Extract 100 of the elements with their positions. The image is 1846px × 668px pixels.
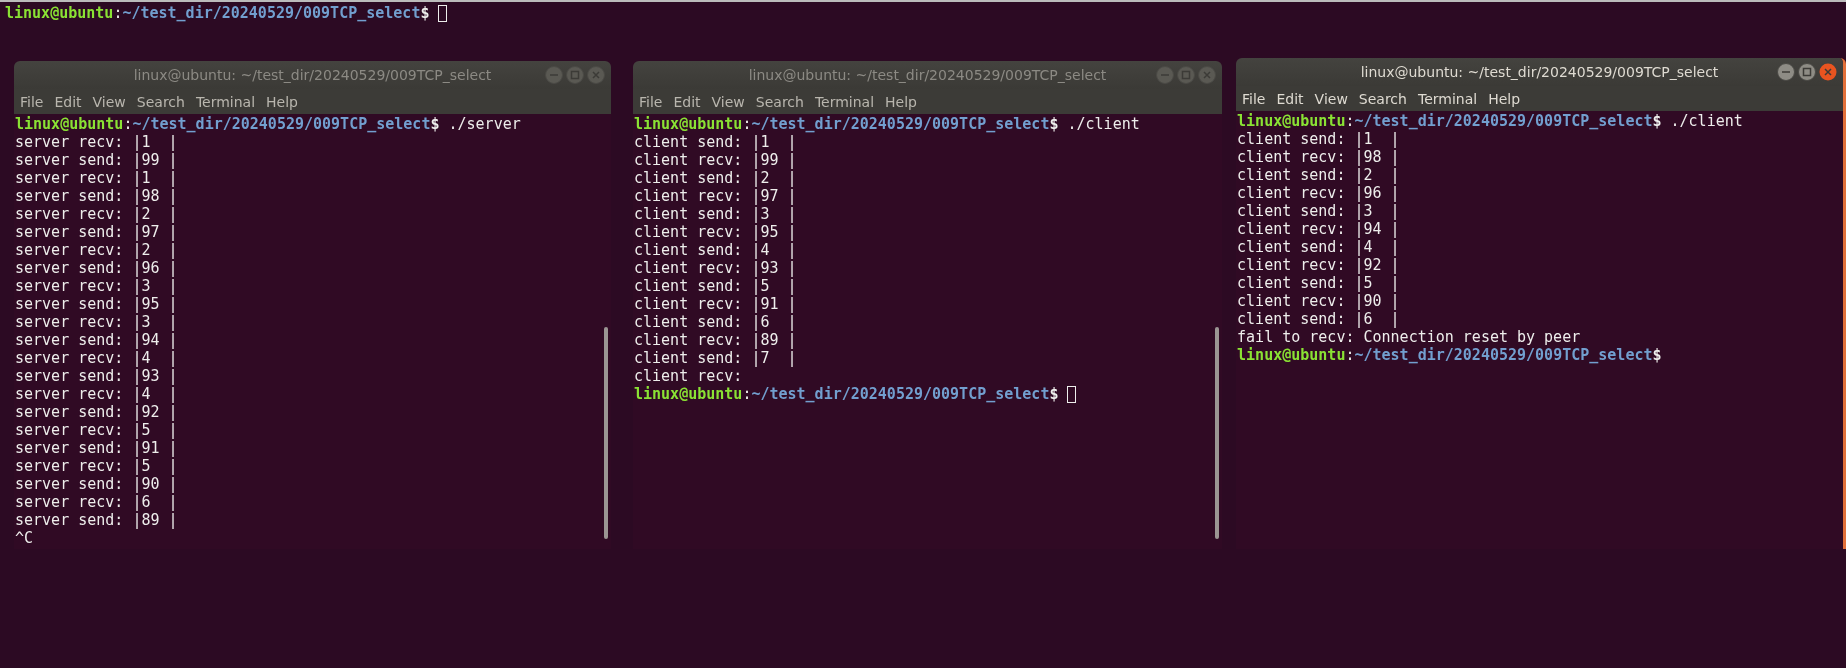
output-line: client recv: |95 |	[634, 223, 797, 241]
menu-item[interactable]: Terminal	[811, 93, 881, 110]
menu-item[interactable]: Terminal	[192, 93, 262, 110]
output-line: server send: |94 |	[15, 331, 178, 349]
window-title: linux@ubuntu: ~/test_dir/20240529/009TCP_select	[748, 67, 1107, 83]
prompt-path: ~/test_dir/20240529/009TCP_select	[1354, 112, 1653, 130]
output-line: client send: |4 |	[634, 241, 797, 259]
menu-item[interactable]: Help	[882, 93, 923, 110]
output-line: server send: |97 |	[15, 223, 178, 241]
output-line: server recv: |6 |	[15, 493, 178, 511]
menu-item[interactable]: Terminal	[1414, 90, 1484, 107]
output-line: client send: |2 |	[634, 169, 797, 187]
output-line: server recv: |2 |	[15, 241, 178, 259]
menu-item[interactable]: Edit	[51, 93, 88, 110]
prompt-separator: :	[113, 4, 123, 22]
window-title: linux@ubuntu: ~/test_dir/20240529/009TCP_select	[1360, 64, 1719, 80]
prompt-symbol: $	[1049, 115, 1059, 133]
output-line: client send: |3 |	[634, 205, 797, 223]
prompt-separator: :	[123, 115, 133, 133]
output-line: client send: |6 |	[634, 313, 797, 331]
output-line: client recv: |89 |	[634, 331, 797, 349]
scrollbar-thumb[interactable]	[1215, 327, 1220, 539]
output-line: server recv: |1 |	[15, 169, 178, 187]
output-line: server recv: |2 |	[15, 205, 178, 223]
prompt-user: linux@ubuntu	[15, 115, 124, 133]
output-line: server recv: |3 |	[15, 313, 178, 331]
menu-item[interactable]: Search	[752, 93, 810, 110]
menu-item[interactable]: View	[1311, 90, 1354, 107]
minimize-icon[interactable]	[1777, 63, 1795, 81]
close-icon[interactable]	[587, 66, 605, 84]
menu-item[interactable]: View	[89, 93, 132, 110]
output-line: client recv: |97 |	[634, 187, 797, 205]
output-line: server recv: |3 |	[15, 277, 178, 295]
close-icon[interactable]	[1198, 66, 1217, 84]
output-line: client send: |6 |	[1237, 310, 1400, 328]
output-line: client recv: |93 |	[634, 259, 797, 277]
output-line: client recv: |96 |	[1237, 184, 1400, 202]
menu-item[interactable]: Help	[1485, 90, 1527, 107]
output-line: client send: |3 |	[1237, 202, 1400, 220]
prompt-symbol: $	[430, 115, 440, 133]
prompt-path: ~/test_dir/20240529/009TCP_select	[1354, 346, 1653, 364]
minimize-icon[interactable]	[545, 66, 563, 84]
output-line: client send: |4 |	[1237, 238, 1400, 256]
menu-item[interactable]: File	[636, 93, 669, 110]
output-line: client recv:	[634, 367, 743, 385]
command-text: ./client	[1066, 115, 1140, 133]
prompt-user: linux@ubuntu	[1237, 112, 1346, 130]
output-line: server recv: |4 |	[15, 385, 178, 403]
prompt-path: ~/test_dir/20240529/009TCP_select	[751, 115, 1050, 133]
minimize-icon[interactable]	[1156, 66, 1175, 84]
output-line: ^C	[15, 529, 34, 547]
output-line: client send: |7 |	[634, 349, 797, 367]
output-line: server send: |95 |	[15, 295, 178, 313]
maximize-icon[interactable]	[566, 66, 584, 84]
output-line: server send: |96 |	[15, 259, 178, 277]
prompt-path: ~/test_dir/20240529/009TCP_select	[751, 385, 1050, 403]
output-line: client recv: |92 |	[1237, 256, 1400, 274]
menu-item[interactable]: Search	[1355, 90, 1413, 107]
prompt-user: linux@ubuntu	[1237, 346, 1346, 364]
prompt-separator: :	[742, 385, 752, 403]
output-line: client send: |5 |	[1237, 274, 1400, 292]
prompt-separator: :	[1345, 346, 1355, 364]
prompt-path: ~/test_dir/20240529/009TCP_select	[122, 4, 421, 22]
output-line: client recv: |91 |	[634, 295, 797, 313]
menu-item[interactable]: View	[708, 93, 751, 110]
menu-item[interactable]: Edit	[1273, 90, 1310, 107]
prompt-symbol: $	[420, 4, 430, 22]
output-line: client send: |5 |	[634, 277, 797, 295]
output-line: client send: |2 |	[1237, 166, 1400, 184]
window-title: linux@ubuntu: ~/test_dir/20240529/009TCP_select	[133, 67, 492, 83]
output-line: client recv: |90 |	[1237, 292, 1400, 310]
output-line: client recv: |98 |	[1237, 148, 1400, 166]
output-line: client recv: |99 |	[634, 151, 797, 169]
output-line: server send: |92 |	[15, 403, 178, 421]
prompt-user: linux@ubuntu	[5, 4, 114, 22]
menu-item[interactable]: Edit	[670, 93, 707, 110]
prompt-separator: :	[742, 115, 752, 133]
output-line: server recv: |5 |	[15, 421, 178, 439]
output-line: fail to recv: Connection reset by peer	[1237, 328, 1581, 346]
output-line: server send: |90 |	[15, 475, 178, 493]
output-line: client send: |1 |	[634, 133, 797, 151]
menu-item[interactable]: File	[17, 93, 50, 110]
scrollbar-thumb[interactable]	[604, 327, 608, 539]
prompt-path: ~/test_dir/20240529/009TCP_select	[132, 115, 431, 133]
menu-item[interactable]: Help	[263, 93, 304, 110]
prompt-symbol: $	[1652, 346, 1662, 364]
output-line: server send: |98 |	[15, 187, 178, 205]
close-icon[interactable]	[1819, 63, 1837, 81]
output-line: server send: |99 |	[15, 151, 178, 169]
output-line: server recv: |4 |	[15, 349, 178, 367]
command-text: ./server	[447, 115, 521, 133]
menu-item[interactable]: File	[1239, 90, 1272, 107]
menu-item[interactable]: Search	[133, 93, 191, 110]
maximize-icon[interactable]	[1177, 66, 1196, 84]
maximize-icon[interactable]	[1798, 63, 1816, 81]
prompt-symbol: $	[1049, 385, 1059, 403]
output-line: server recv: |5 |	[15, 457, 178, 475]
prompt-user: linux@ubuntu	[634, 115, 743, 133]
prompt-symbol: $	[1652, 112, 1662, 130]
output-line: server send: |91 |	[15, 439, 178, 457]
